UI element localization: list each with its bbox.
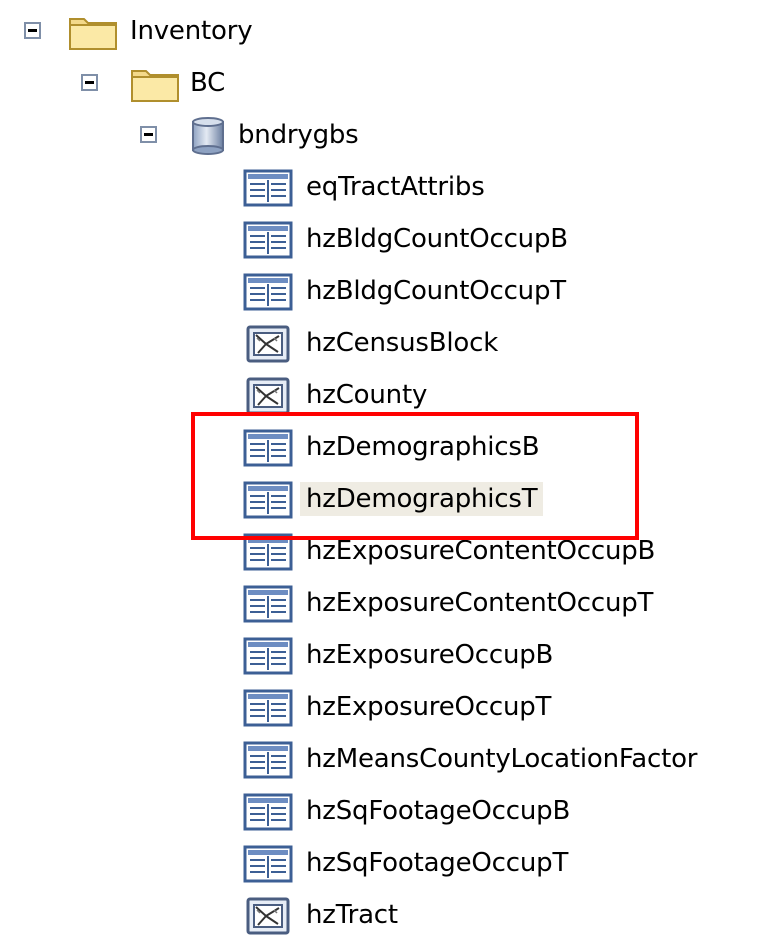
table-icon — [243, 844, 293, 888]
table-icon — [243, 740, 293, 784]
tree-item-label[interactable]: hzExposureContentOccupT — [300, 586, 659, 620]
folder-open-icon — [131, 70, 179, 102]
tree-item-label[interactable]: hzCounty — [300, 378, 433, 412]
tree-item-label[interactable]: hzTract — [300, 898, 404, 932]
tree-item[interactable]: hzExposureContentOccupT — [0, 582, 775, 634]
tree-item-label[interactable]: hzCensusBlock — [300, 326, 504, 360]
tree-item-label[interactable]: hzExposureOccupT — [300, 690, 557, 724]
polygon-feature-class-icon — [243, 324, 293, 368]
tree-item[interactable]: hzBldgCountOccupB — [0, 218, 775, 270]
tree-item-label[interactable]: hzSqFootageOccupB — [300, 794, 576, 828]
folder-open-icon — [69, 18, 117, 50]
tree-item[interactable]: hzSqFootageOccupT — [0, 842, 775, 894]
tree-item[interactable]: hzExposureOccupT — [0, 686, 775, 738]
tree-node-label[interactable]: bndrygbs — [232, 118, 365, 152]
tree-item[interactable]: hzTract — [0, 894, 775, 946]
table-icon — [243, 636, 293, 680]
tree-item[interactable]: hzCensusBlock — [0, 322, 775, 374]
tree-item-label[interactable]: hzMeansCountyLocationFactor — [300, 742, 703, 776]
tree-item[interactable]: hzExposureOccupB — [0, 634, 775, 686]
tree-item[interactable]: eqTractAttribs — [0, 166, 775, 218]
table-icon — [243, 584, 293, 628]
tree-item[interactable]: hzSqFootageOccupB — [0, 790, 775, 842]
tree-node-bndrygbs[interactable]: bndrygbs — [0, 114, 775, 166]
tree-item[interactable]: hzMeansCountyLocationFactor — [0, 738, 775, 790]
table-icon — [243, 168, 293, 212]
tree-item-label[interactable]: hzExposureOccupB — [300, 638, 559, 672]
highlight-annotation-box — [191, 412, 639, 540]
tree-node-inventory[interactable]: Inventory — [0, 10, 775, 62]
tree-item-label[interactable]: eqTractAttribs — [300, 170, 491, 204]
tree-item-label[interactable]: hzSqFootageOccupT — [300, 846, 574, 880]
table-icon — [243, 688, 293, 732]
table-icon — [243, 220, 293, 264]
tree-item-label[interactable]: hzBldgCountOccupT — [300, 274, 572, 308]
tree-item[interactable]: hzBldgCountOccupT — [0, 270, 775, 322]
tree-node-bc[interactable]: BC — [0, 62, 775, 114]
table-icon — [243, 792, 293, 836]
polygon-feature-class-icon — [243, 896, 293, 940]
table-icon — [243, 272, 293, 316]
tree-node-label[interactable]: Inventory — [124, 14, 258, 48]
tree-node-label[interactable]: BC — [184, 66, 231, 100]
tree-item-label[interactable]: hzBldgCountOccupB — [300, 222, 574, 256]
collapse-toggle[interactable] — [24, 22, 41, 39]
collapse-toggle[interactable] — [81, 74, 98, 91]
collapse-toggle[interactable] — [140, 126, 157, 143]
database-icon — [192, 117, 224, 155]
